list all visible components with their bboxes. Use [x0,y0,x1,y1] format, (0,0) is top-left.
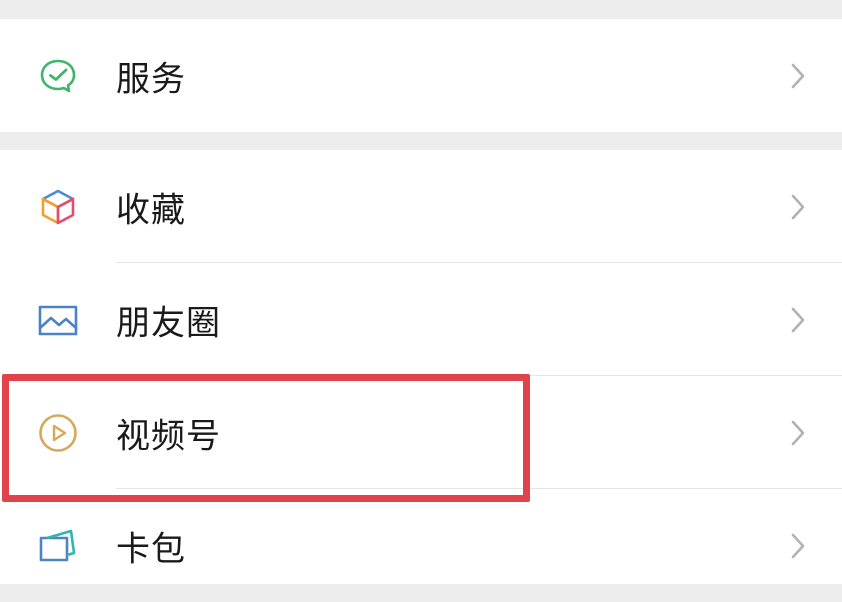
menu-item-moments[interactable]: 朋友圈 [0,263,842,376]
menu-item-label: 服务 [116,59,186,99]
menu-item-channels[interactable]: 视频号 [0,376,842,489]
menu-group-services: 服务 [0,19,842,132]
menu-item-label: 收藏 [116,190,186,230]
menu-item-cards[interactable]: 卡包 [0,489,842,602]
chevron-right-icon [791,63,805,88]
chevron-right-icon [791,533,805,558]
moments-picture-icon [36,298,80,342]
top-spacer [0,0,842,19]
chevron-right-icon [791,307,805,332]
group-spacer [0,132,842,150]
menu-item-label: 视频号 [116,416,221,456]
favorites-cube-icon [36,185,80,229]
menu-item-services[interactable]: 服务 [0,19,842,132]
card-wallet-icon [36,524,80,568]
menu-item-label: 朋友圈 [116,303,221,343]
menu-group-main: 收藏 朋友圈 视频号 卡包 [0,150,842,584]
menu-item-label: 卡包 [116,529,186,569]
wechat-pay-service-icon [36,54,80,98]
menu-item-favorites[interactable]: 收藏 [0,150,842,263]
chevron-right-icon [791,420,805,445]
chevron-right-icon [791,194,805,219]
channels-play-icon [36,411,80,455]
